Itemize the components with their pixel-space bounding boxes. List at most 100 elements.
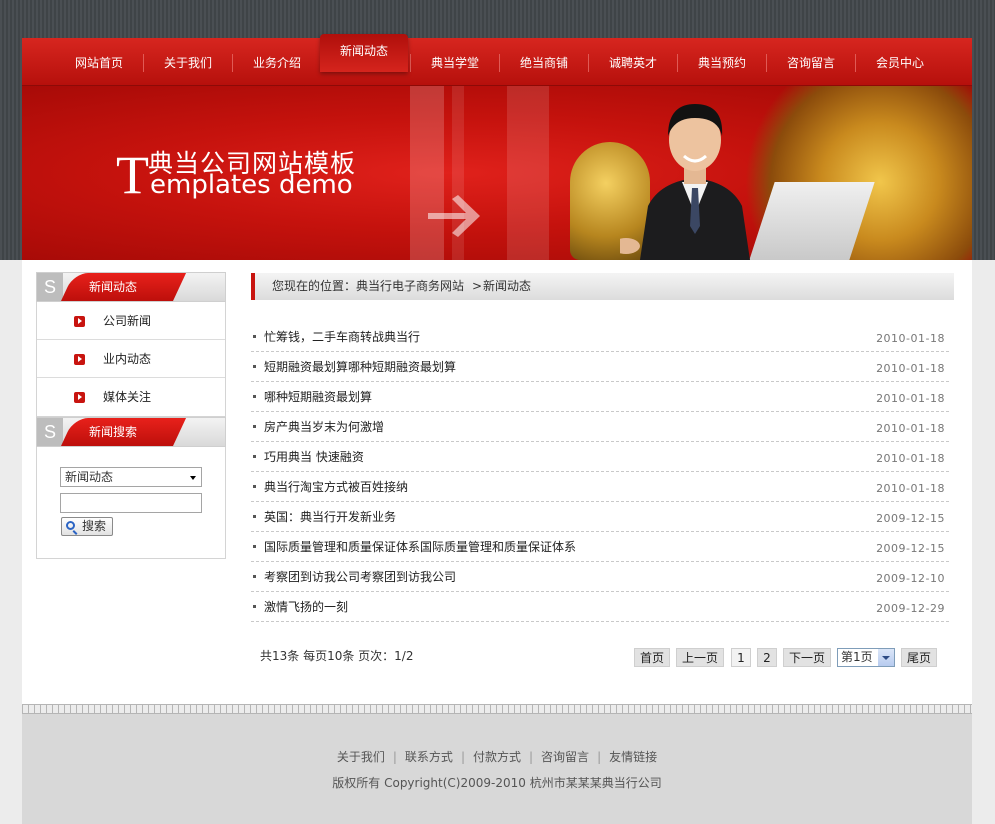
news-title-link[interactable]: 房产典当岁末为何激增 — [264, 412, 384, 442]
next-page-button[interactable]: 下一页 — [783, 648, 831, 667]
page-select-value: 第1页 — [841, 650, 873, 664]
news-title-link[interactable]: 典当行淘宝方式被百姓接纳 — [264, 472, 408, 502]
page-number-1[interactable]: 1 — [731, 648, 751, 667]
page-number-2[interactable]: 2 — [757, 648, 777, 667]
news-title-link[interactable]: 考察团到访我公司考察团到访我公司 — [264, 562, 456, 592]
nav-item-home[interactable]: 网站首页 — [66, 54, 132, 72]
news-title-link[interactable]: 英国：典当行开发新业务 — [264, 502, 396, 532]
sidebar-news-header: S 新闻动态 — [36, 272, 226, 302]
page-select[interactable]: 第1页 — [837, 648, 895, 667]
bullet-icon — [253, 455, 256, 458]
sidebar-item-media[interactable]: 媒体关注 — [37, 378, 225, 416]
nav-item-booking[interactable]: 典当预约 — [689, 54, 755, 72]
footer-links: 关于我们 | 联系方式 | 付款方式 | 咨询留言 | 友情链接 — [22, 748, 972, 765]
news-title-link[interactable]: 激情飞扬的一刻 — [264, 592, 348, 622]
news-list: 忙筹钱，二手车商转战典当行 2010-01-18 短期融资最划算哪种短期融资最划算… — [251, 322, 949, 622]
search-input[interactable] — [60, 493, 202, 513]
footer-link-payment[interactable]: 付款方式 — [473, 750, 521, 764]
sidebar-item-company-news[interactable]: 公司新闻 — [37, 302, 225, 340]
nav-item-business[interactable]: 业务介绍 — [244, 54, 310, 72]
news-date: 2010-01-18 — [876, 362, 945, 375]
nav-item-shop[interactable]: 绝当商铺 — [511, 54, 577, 72]
nav-item-about[interactable]: 关于我们 — [155, 54, 221, 72]
nav-divider — [855, 54, 856, 72]
news-date: 2010-01-18 — [876, 452, 945, 465]
banner-stripe — [507, 86, 549, 260]
sidebar-item-label: 公司新闻 — [103, 314, 152, 328]
chevron-down-icon — [878, 649, 894, 666]
play-bullet-icon — [74, 316, 85, 327]
nav-divider — [677, 54, 678, 72]
breadcrumb-separator: > — [472, 279, 483, 293]
list-item: 英国：典当行开发新业务 2009-12-15 — [251, 502, 949, 532]
bullet-icon — [253, 575, 256, 578]
footer-link-separator: | — [529, 750, 534, 764]
search-button[interactable]: 搜索 — [61, 517, 113, 536]
search-category-select[interactable]: 新闻动态 — [60, 467, 202, 487]
sidebar-item-label: 业内动态 — [103, 352, 152, 366]
nav-divider — [232, 54, 233, 72]
bullet-icon — [253, 395, 256, 398]
page-wrapper: 网站首页 关于我们 业务介绍 典当学堂 绝当商铺 诚聘英才 典当预约 咨询留言 … — [22, 0, 972, 824]
news-date: 2010-01-18 — [876, 482, 945, 495]
news-date: 2009-12-10 — [876, 572, 945, 585]
news-date: 2010-01-18 — [876, 332, 945, 345]
nav-divider — [766, 54, 767, 72]
breadcrumb-current: 新闻动态 — [483, 279, 532, 293]
copyright-text: 版权所有 Copyright(C)2009-2010 杭州市某某某典当行公司 — [332, 776, 662, 790]
bullet-icon — [253, 515, 256, 518]
sidebar-search-header: S 新闻搜索 — [36, 417, 226, 447]
nav-divider — [499, 54, 500, 72]
sidebar-item-industry-news[interactable]: 业内动态 — [37, 340, 225, 378]
news-title-link[interactable]: 国际质量管理和质量保证体系国际质量管理和质量保证体系 — [264, 532, 576, 562]
nav-divider — [588, 54, 589, 72]
news-title-link[interactable]: 短期融资最划算哪种短期融资最划算 — [264, 352, 456, 382]
footer: 关于我们 | 联系方式 | 付款方式 | 咨询留言 | 友情链接 版权所有 Copyright(… — [22, 714, 972, 824]
businessman-image — [620, 104, 750, 260]
sidebar-s-badge: S — [37, 273, 63, 301]
news-search-panel: 新闻动态 搜索 — [36, 447, 226, 559]
nav-item-member[interactable]: 会员中心 — [867, 54, 933, 72]
footer-link-consult[interactable]: 咨询留言 — [541, 750, 589, 764]
nav-divider — [410, 54, 411, 72]
last-page-button[interactable]: 尾页 — [901, 648, 937, 667]
footer-link-separator: | — [597, 750, 602, 764]
nav-item-news-active[interactable]: 新闻动态 — [320, 34, 408, 72]
sidebar-search-heading: 新闻搜索 — [89, 425, 138, 439]
sidebar-news-heading: 新闻动态 — [89, 280, 138, 294]
news-title-link[interactable]: 忙筹钱，二手车商转战典当行 — [264, 322, 420, 352]
bullet-icon — [253, 335, 256, 338]
list-item: 房产典当岁末为何激增 2010-01-18 — [251, 412, 949, 442]
search-category-value: 新闻动态 — [65, 470, 114, 484]
news-date: 2010-01-18 — [876, 422, 945, 435]
banner-title-letter: T — [116, 145, 149, 205]
footer-link-separator: | — [460, 750, 465, 764]
news-title-link[interactable]: 巧用典当 快速融资 — [264, 442, 364, 472]
footer-link-about[interactable]: 关于我们 — [337, 750, 385, 764]
sidebar: S 新闻动态 公司新闻 业内动态 媒体关注 S 新闻搜索 新闻动态 搜索 — [36, 272, 226, 559]
bullet-icon — [253, 425, 256, 428]
nav-item-school[interactable]: 典当学堂 — [422, 54, 488, 72]
nav-item-consult[interactable]: 咨询留言 — [778, 54, 844, 72]
list-item: 短期融资最划算哪种短期融资最划算 2010-01-18 — [251, 352, 949, 382]
footer-link-friends[interactable]: 友情链接 — [609, 750, 657, 764]
list-item: 巧用典当 快速融资 2010-01-18 — [251, 442, 949, 472]
bullet-icon — [253, 545, 256, 548]
bullet-icon — [253, 365, 256, 368]
footer-link-separator: | — [392, 750, 397, 764]
list-item: 考察团到访我公司考察团到访我公司 2009-12-10 — [251, 562, 949, 592]
prev-page-button[interactable]: 上一页 — [676, 648, 724, 667]
first-page-button[interactable]: 首页 — [634, 648, 670, 667]
banner-title-en: emplates demo — [150, 170, 353, 200]
list-item: 激情飞扬的一刻 2009-12-29 — [251, 592, 949, 622]
news-date: 2010-01-18 — [876, 392, 945, 405]
news-date: 2009-12-29 — [876, 602, 945, 615]
sidebar-s-badge: S — [37, 418, 63, 446]
bullet-icon — [253, 605, 256, 608]
hero-banner: T 典当公司网站模板 emplates demo — [22, 86, 972, 260]
news-title-link[interactable]: 哪种短期融资最划算 — [264, 382, 372, 412]
nav-item-jobs[interactable]: 诚聘英才 — [600, 54, 666, 72]
footer-link-contact[interactable]: 联系方式 — [405, 750, 453, 764]
main-nav: 网站首页 关于我们 业务介绍 典当学堂 绝当商铺 诚聘英才 典当预约 咨询留言 … — [22, 38, 972, 86]
search-button-label: 搜索 — [81, 519, 106, 533]
